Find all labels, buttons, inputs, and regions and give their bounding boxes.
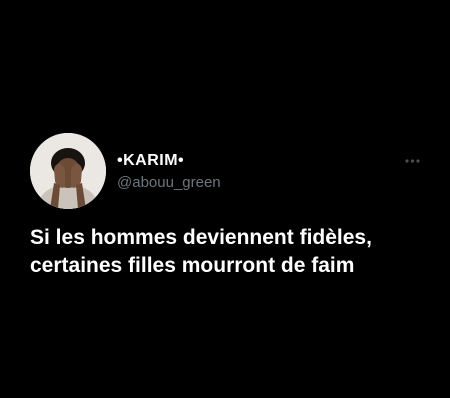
profile-photo-icon: [30, 133, 106, 209]
user-handle[interactable]: @abouu_green: [117, 174, 221, 191]
tweet-text: Si les hommes deviennent fidèles, certai…: [30, 224, 430, 280]
more-options-button[interactable]: [400, 154, 424, 168]
more-horizontal-icon: [405, 159, 420, 163]
avatar[interactable]: [30, 133, 106, 209]
tweet-card: •KARIM• @abouu_green Si les hommes devie…: [0, 0, 450, 398]
display-name[interactable]: •KARIM•: [117, 152, 184, 170]
tweet-text-line: certaines filles mourront de faim: [30, 254, 355, 277]
tweet-text-line: Si les hommes deviennent fidèles,: [30, 226, 372, 249]
